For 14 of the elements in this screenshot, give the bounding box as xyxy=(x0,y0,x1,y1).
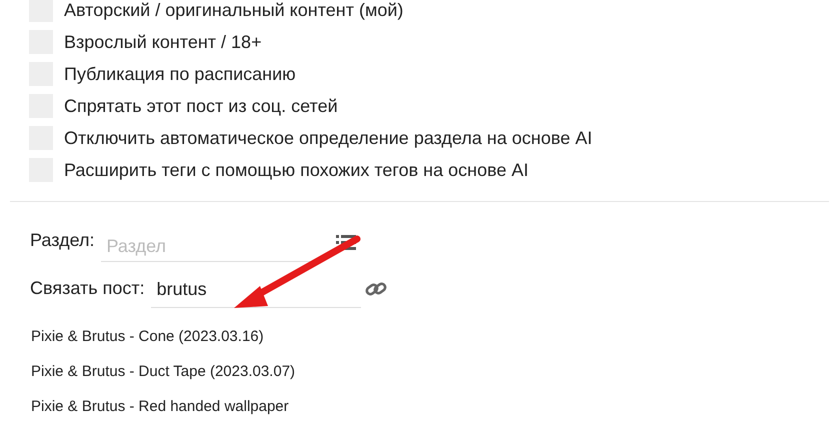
link-icon[interactable] xyxy=(364,280,387,298)
checkbox-label: Расширить теги с помощью похожих тегов на основе AI xyxy=(64,158,528,182)
suggestion-item[interactable]: Pixie & Brutus - Duct Tape (2023.03.07) xyxy=(31,355,296,390)
checkbox-label: Отключить автоматическое определение раздела на основе AI xyxy=(64,126,592,150)
checkbox-label: Спрятать этот пост из соц. сетей xyxy=(64,94,338,118)
suggestion-item[interactable]: Pixie & Brutus - Cone (2023.03.16) xyxy=(31,320,264,355)
checkbox-label: Авторский / оригинальный контент (мой) xyxy=(64,0,404,22)
list-icon[interactable] xyxy=(336,234,356,250)
suggestion-item[interactable]: Pixie & Brutus - Red handed wallpaper xyxy=(31,390,289,425)
field-label: Раздел: xyxy=(30,229,94,252)
checkbox-label: Взрослый контент / 18+ xyxy=(64,30,262,54)
checkbox-label: Публикация по расписанию xyxy=(64,62,296,86)
field-label: Связать пост: xyxy=(30,277,145,300)
input-field[interactable]: Раздел xyxy=(100,232,310,262)
